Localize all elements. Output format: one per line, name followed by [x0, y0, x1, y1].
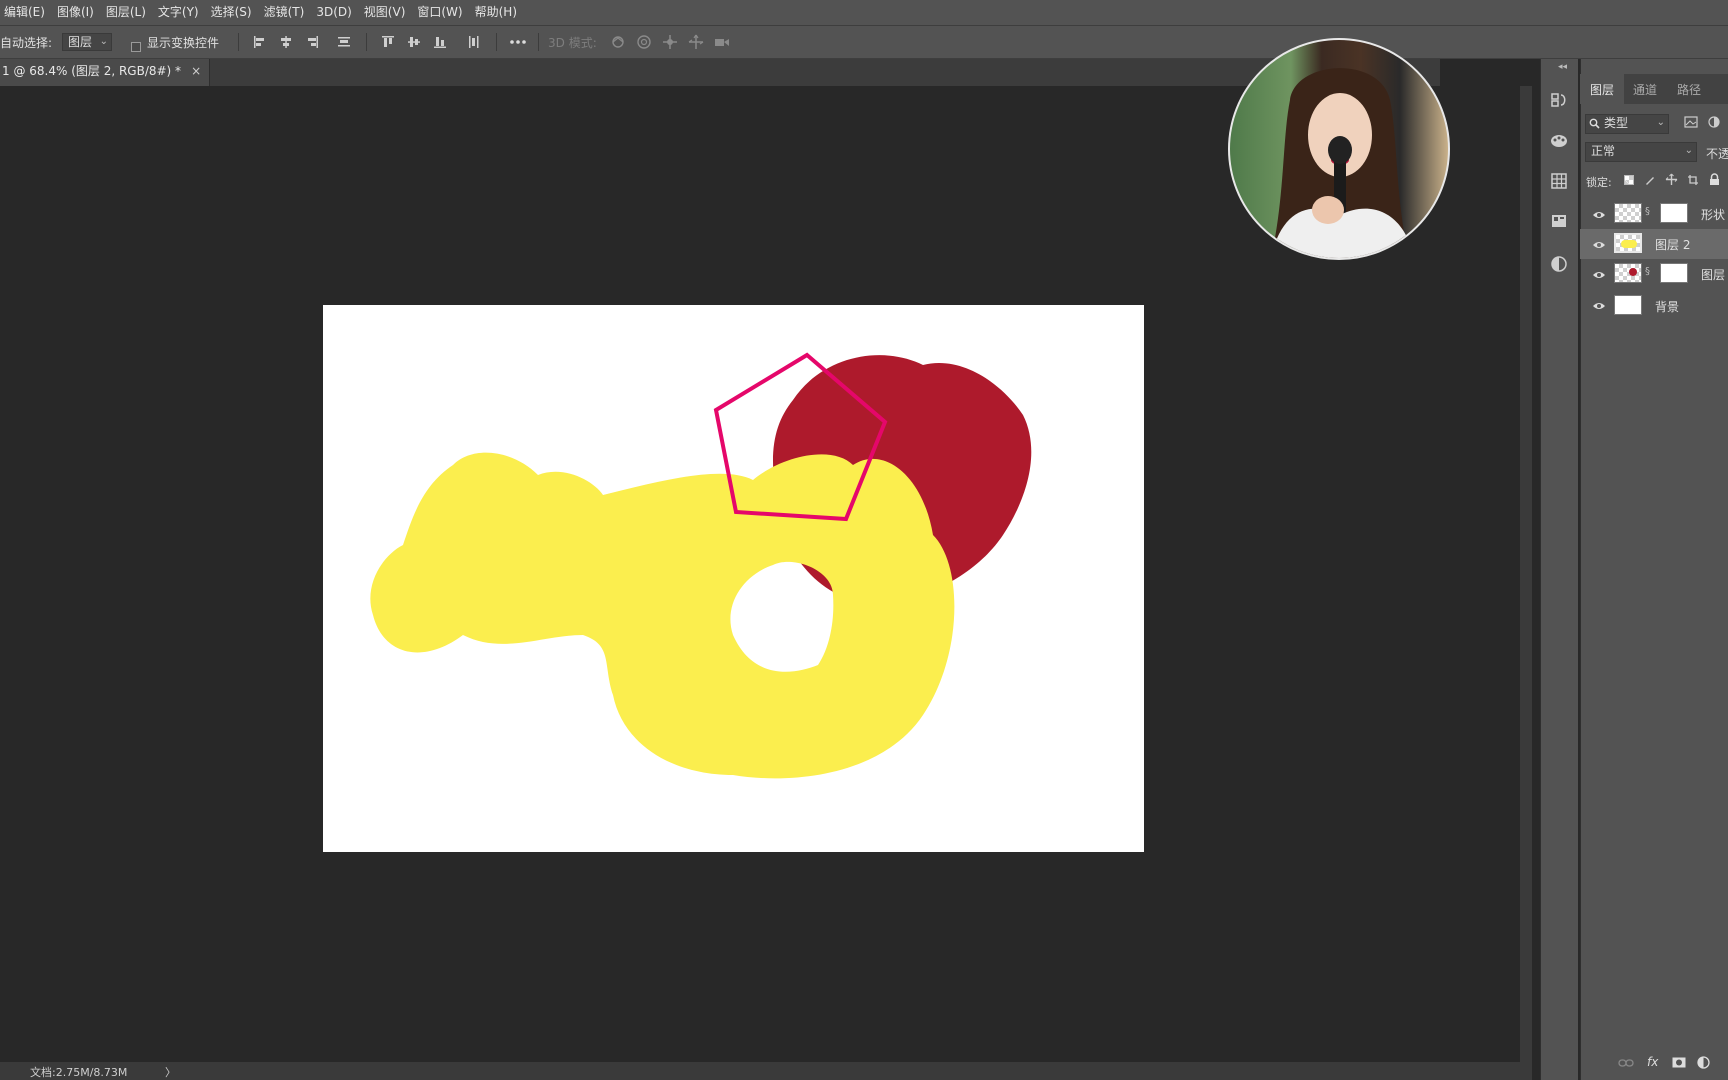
3d-mode-label: 3D 模式:: [548, 36, 597, 50]
visibility-eye-icon[interactable]: [1592, 270, 1606, 280]
tab-paths[interactable]: 路径: [1677, 81, 1701, 98]
align-center-h-icon[interactable]: [278, 34, 294, 50]
divider: [238, 33, 239, 51]
filter-value: 类型: [1604, 116, 1629, 130]
layer-mask-thumbnail: [1660, 263, 1688, 283]
show-transform-checkbox[interactable]: [131, 42, 141, 52]
filter-pixel-icon[interactable]: [1684, 116, 1698, 128]
webcam-person-image: [1270, 68, 1415, 258]
menu-help[interactable]: 帮助(H): [469, 0, 523, 25]
menu-image[interactable]: 图像(I): [51, 0, 100, 25]
libraries-icon[interactable]: [1549, 211, 1569, 231]
add-mask-icon[interactable]: [1672, 1057, 1686, 1068]
visibility-eye-icon[interactable]: [1592, 301, 1606, 311]
yellow-paint-blob: [370, 452, 955, 779]
align-left-icon[interactable]: [252, 34, 268, 50]
document-tab[interactable]: 1 @ 68.4% (图层 2, RGB/8#) * ×: [0, 59, 211, 86]
3d-rotate-icon[interactable]: [610, 34, 626, 50]
menu-view[interactable]: 视图(V): [358, 0, 412, 25]
layer-name[interactable]: 背景: [1655, 298, 1679, 315]
swatches-grid-icon[interactable]: [1549, 171, 1569, 191]
document-canvas[interactable]: [323, 305, 1144, 852]
auto-select-label: 自动选择:: [0, 36, 53, 50]
3d-pan-icon[interactable]: [662, 34, 678, 50]
search-icon: [1589, 118, 1600, 129]
distribute-icon[interactable]: [336, 34, 352, 50]
tab-channels[interactable]: 通道: [1633, 81, 1657, 98]
lock-transparent-icon[interactable]: [1624, 175, 1634, 185]
auto-select-value: 图层: [68, 35, 93, 49]
yellow-thumb-content: [1621, 240, 1637, 248]
vertical-scrollbar[interactable]: [1520, 86, 1532, 1080]
menu-filter[interactable]: 滤镜(T): [258, 0, 311, 25]
artwork: [370, 352, 1032, 779]
lock-brush-icon[interactable]: [1644, 174, 1656, 186]
adjustments-icon[interactable]: [1549, 254, 1569, 274]
new-adjustment-icon[interactable]: [1697, 1056, 1710, 1069]
divider: [538, 33, 539, 51]
visibility-eye-icon[interactable]: [1592, 210, 1606, 220]
show-transform-label: 显示变换控件: [147, 36, 220, 50]
webcam-overlay: [1228, 38, 1450, 260]
red-thumb-content: [1629, 268, 1637, 276]
history-icon[interactable]: [1549, 90, 1569, 110]
layer-thumbnail: [1614, 295, 1642, 315]
menu-type[interactable]: 文字(Y): [152, 0, 205, 25]
3d-camera-icon[interactable]: [714, 34, 730, 50]
align-middle-v-icon[interactable]: [406, 34, 422, 50]
lock-move-icon[interactable]: [1665, 173, 1678, 186]
document-size-text: 文档:2.75M/8.73M: [30, 1066, 128, 1079]
visibility-eye-icon[interactable]: [1592, 240, 1606, 250]
layer-name[interactable]: 形状: [1701, 206, 1725, 223]
align-bottom-icon[interactable]: [432, 34, 448, 50]
chevron-down-icon: ⌄: [1684, 145, 1693, 156]
chevron-down-icon: ⌄: [1656, 117, 1665, 128]
chevron-down-icon: ⌄: [99, 36, 108, 47]
blend-mode-value: 正常: [1591, 144, 1616, 158]
menu-layer[interactable]: 图层(L): [100, 0, 152, 25]
opacity-label: 不透: [1706, 147, 1728, 161]
3d-roll-icon[interactable]: [636, 34, 652, 50]
collapse-panels-icon[interactable]: ◂◂: [1558, 62, 1567, 72]
distribute-horizontal-icon[interactable]: [466, 34, 482, 50]
link-chain-icon[interactable]: §: [1645, 266, 1650, 277]
status-bar: [0, 1062, 1520, 1080]
layer-name[interactable]: 图层: [1701, 266, 1725, 283]
tab-layers[interactable]: 图层: [1590, 81, 1614, 98]
menu-window[interactable]: 窗口(W): [411, 0, 468, 25]
layer-name[interactable]: 图层 2: [1655, 236, 1690, 253]
menu-select[interactable]: 选择(S): [205, 0, 258, 25]
link-chain-icon[interactable]: §: [1645, 206, 1650, 217]
lock-all-icon[interactable]: [1709, 173, 1720, 186]
color-palette-icon[interactable]: [1549, 130, 1569, 150]
layer-thumbnail: [1614, 263, 1642, 283]
lock-artboard-icon[interactable]: [1687, 174, 1699, 186]
more-options-icon[interactable]: [508, 34, 528, 50]
layer-thumbnail: [1614, 233, 1642, 253]
layer-mask-thumbnail: [1660, 203, 1688, 223]
blend-mode-dropdown[interactable]: 正常 ⌄: [1585, 142, 1697, 162]
auto-select-dropdown[interactable]: 图层 ⌄: [62, 33, 112, 51]
menu-bar: 编辑(E) 图像(I) 图层(L) 文字(Y) 选择(S) 滤镜(T) 3D(D…: [0, 0, 1728, 25]
menu-3d[interactable]: 3D(D): [310, 0, 357, 25]
link-layers-icon[interactable]: [1618, 1058, 1634, 1068]
menu-edit[interactable]: 编辑(E): [0, 0, 51, 25]
align-top-icon[interactable]: [380, 34, 396, 50]
tab-bar: [0, 59, 1440, 86]
filter-adjustment-icon[interactable]: [1708, 116, 1720, 128]
3d-slide-icon[interactable]: [688, 34, 704, 50]
layer-thumbnail: [1614, 203, 1642, 223]
align-right-icon[interactable]: [304, 34, 320, 50]
divider: [496, 33, 497, 51]
document-tab-title: 1 @ 68.4% (图层 2, RGB/8#) *: [2, 64, 182, 78]
close-icon[interactable]: ×: [191, 59, 201, 86]
fx-icon[interactable]: fx: [1647, 1055, 1658, 1069]
status-menu-arrow[interactable]: 〉: [165, 1064, 176, 1080]
divider: [366, 33, 367, 51]
lock-label: 锁定:: [1586, 176, 1612, 189]
